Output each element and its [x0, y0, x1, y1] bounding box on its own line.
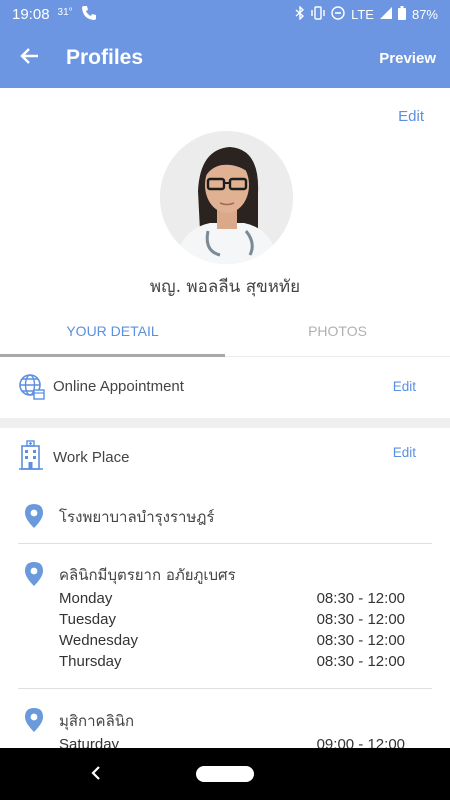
tab-photos[interactable]: PHOTOS — [225, 313, 450, 357]
online-appointment-section: Online Appointment Edit — [0, 372, 450, 402]
work-place-section: Work Place Edit — [0, 440, 450, 472]
bluetooth-icon — [295, 4, 305, 23]
location-pin-icon — [25, 562, 43, 591]
edit-online-appointment-button[interactable]: Edit — [393, 379, 416, 394]
hours-day: Thursday — [59, 653, 122, 670]
avatar — [160, 131, 293, 264]
work-place-label: Work Place — [53, 449, 130, 466]
tab-your-detail[interactable]: YOUR DETAIL — [0, 313, 225, 357]
hours-time: 09:00 - 12:00 — [316, 736, 405, 748]
battery-icon — [397, 5, 406, 23]
hours-row: Monday 08:30 - 12:00 — [59, 590, 405, 611]
nav-back-button[interactable] — [90, 761, 102, 787]
hours-time: 08:30 - 12:00 — [316, 611, 405, 628]
opening-hours: Saturday 09:00 - 12:00 — [59, 736, 405, 748]
hours-day: Monday — [59, 590, 113, 607]
hours-time: 08:30 - 12:00 — [316, 590, 405, 607]
profile-name: พญ. พอลลีน สุขหทัย — [149, 277, 301, 297]
work-place-item[interactable]: คลินิกมีบุตรยาก อภัยภูเบศร Monday 08:30 -… — [18, 562, 432, 682]
hours-time: 08:30 - 12:00 — [316, 653, 405, 670]
signal-icon — [379, 6, 392, 22]
opening-hours: Monday 08:30 - 12:00 Tuesday 08:30 - 12:00… — [59, 590, 405, 674]
hours-day: Wednesday — [59, 632, 138, 649]
online-appointment-label: Online Appointment — [53, 378, 184, 395]
location-pin-icon — [25, 708, 43, 737]
app-bar: Profiles Preview — [0, 28, 450, 88]
status-network: LTE — [351, 6, 374, 22]
preview-button[interactable]: Preview — [379, 50, 436, 67]
work-place-name: คลินิกมีบุตรยาก อภัยภูเบศร — [59, 566, 236, 584]
status-bar: 19:08 31° LTE 87% — [0, 0, 450, 28]
work-place-item[interactable]: โรงพยาบาลบำรุงราษฎร์ — [18, 504, 432, 534]
hours-row: Wednesday 08:30 - 12:00 — [59, 632, 405, 653]
vibrate-icon — [311, 5, 325, 23]
status-time: 19:08 — [12, 5, 50, 23]
location-pin-icon — [25, 504, 43, 533]
profile-tabs: YOUR DETAIL PHOTOS — [0, 313, 450, 357]
nav-home-button[interactable] — [196, 766, 254, 782]
hours-row: Thursday 08:30 - 12:00 — [59, 653, 405, 674]
globe-calendar-icon — [18, 373, 46, 406]
building-icon — [18, 440, 44, 475]
profile-content[interactable]: Edit พญ. พอลลีน สุขหทัย YOUR DETAIL PHOT… — [0, 88, 450, 748]
status-temperature: 31° — [57, 6, 73, 18]
divider — [18, 688, 432, 689]
divider — [18, 543, 432, 544]
edit-profile-button[interactable]: Edit — [398, 108, 424, 125]
work-place-name: มุสิกาคลินิก — [59, 712, 135, 730]
hours-row: Tuesday 08:30 - 12:00 — [59, 611, 405, 632]
hours-day: Saturday — [59, 736, 120, 748]
hours-day: Tuesday — [59, 611, 116, 628]
page-title: Profiles — [66, 46, 144, 69]
hours-row: Saturday 09:00 - 12:00 — [59, 736, 405, 748]
do-not-disturb-icon — [331, 5, 345, 23]
back-button[interactable] — [0, 28, 60, 88]
section-divider — [0, 418, 450, 428]
system-nav-bar — [0, 748, 450, 800]
edit-work-place-button[interactable]: Edit — [393, 445, 416, 460]
work-place-name: โรงพยาบาลบำรุงราษฎร์ — [59, 508, 215, 526]
arrow-left-icon — [20, 46, 40, 71]
hours-time: 08:30 - 12:00 — [316, 632, 405, 649]
work-place-item[interactable]: มุสิกาคลินิก Saturday 09:00 - 12:00 — [18, 708, 432, 748]
status-battery: 87% — [411, 6, 438, 22]
phone-call-icon — [81, 5, 97, 24]
